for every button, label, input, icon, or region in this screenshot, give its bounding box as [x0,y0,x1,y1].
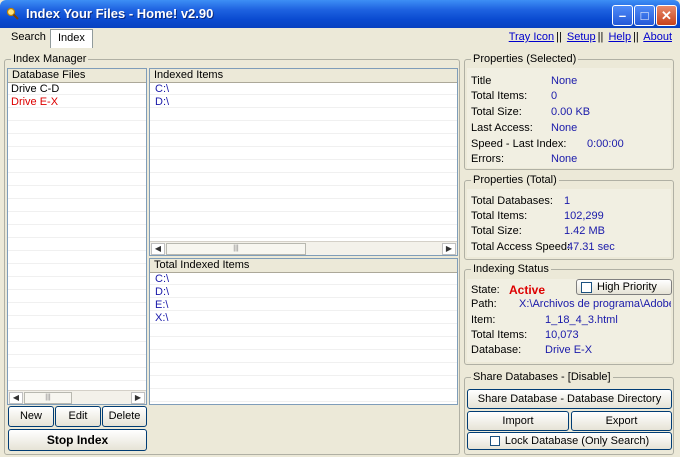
tray-icon-link[interactable]: Tray Icon [509,31,554,43]
scroll-left-icon[interactable]: ◀ [151,243,165,255]
prop-value: 102,299 [564,210,604,222]
tab-index[interactable]: Index [50,29,93,48]
prop-value: 0.00 KB [551,106,591,118]
export-button[interactable]: Export [571,411,672,431]
total-indexed-item[interactable]: X:\ [150,312,457,325]
path-value: X:\Archivos de programa\Adobe\I [519,298,671,310]
database-value: Drive E-X [545,344,593,356]
database-item-drive-e-x[interactable]: Drive E-X [8,96,146,109]
prop-label: Total Databases: [471,195,553,207]
setup-link[interactable]: Setup [567,31,596,43]
prop-label: Total Items: [471,210,528,222]
scroll-thumb[interactable]: ||| [24,392,72,404]
stop-index-button[interactable]: Stop Index [8,429,147,451]
new-button[interactable]: New [8,406,54,427]
prop-value: 1.42 MB [564,225,605,237]
title-bar: Index Your Files - Home! v2.90 – □ ✕ [0,0,680,28]
high-priority-checkbox[interactable] [581,281,592,293]
prop-label: Errors: [471,153,504,165]
app-magnifier-icon [6,7,19,20]
index-manager-label: Index Manager [11,53,89,65]
prop-label: Total Items: [471,90,528,102]
indexed-item[interactable]: D:\ [150,96,457,109]
edit-button[interactable]: Edit [55,406,101,427]
prop-value: None [551,122,578,134]
lock-database-toggle[interactable]: Lock Database (Only Search) [467,432,672,450]
database-item-drive-c-d[interactable]: Drive C-D [8,83,146,96]
state-label: State: [471,284,500,296]
top-links: Tray Icon || Setup || Help || About [509,31,672,43]
scroll-thumb[interactable]: ||| [166,243,306,255]
prop-value: None [551,153,578,165]
total-indexed-items-header: Total Indexed Items [150,259,457,273]
total-items-label: Total Items: [471,329,528,341]
close-button[interactable]: ✕ [656,5,677,26]
item-label: Item: [471,314,496,326]
prop-value: 1 [564,195,571,207]
indexed-items-hscroll[interactable]: ◀ ||| ▶ [150,241,457,255]
database-files-list[interactable]: Database Files Drive C-D Drive E-X ◀ |||… [7,68,147,405]
indexed-item[interactable]: C:\ [150,83,457,96]
about-link[interactable]: About [643,31,672,43]
state-value: Active [509,283,546,297]
link-separator: || [556,31,562,43]
high-priority-label: High Priority [597,281,657,293]
database-label: Database: [471,344,522,356]
scroll-right-icon[interactable]: ▶ [442,243,456,255]
share-databases-label: Share Databases - [Disable] [471,371,613,383]
indexing-status-label: Indexing Status [471,263,551,275]
tab-search[interactable]: Search [4,29,53,48]
scroll-right-icon[interactable]: ▶ [131,392,145,404]
share-database-directory-button[interactable]: Share Database - Database Directory [467,389,672,409]
indexed-items-list[interactable]: Indexed Items C:\ D:\ ◀ ||| ▶ [149,68,458,256]
item-value: 1_18_4_3.html [545,314,618,326]
total-items-value: 10,073 [545,329,579,341]
delete-button[interactable]: Delete [102,406,147,427]
total-indexed-item[interactable]: E:\ [150,299,457,312]
link-separator: || [633,31,639,43]
prop-label: Total Access Speed: [471,241,571,253]
maximize-button[interactable]: □ [634,5,655,26]
prop-value: 47.31 sec [567,241,615,253]
database-files-hscroll[interactable]: ◀ ||| ▶ [8,390,146,404]
window-title: Index Your Files - Home! v2.90 [26,6,214,21]
prop-label: Title [471,75,492,87]
total-indexed-items-list[interactable]: Total Indexed Items C:\ D:\ E:\ X:\ [149,258,458,405]
link-separator: || [597,31,604,43]
database-files-header: Database Files [8,69,146,83]
close-icon: ✕ [661,8,672,23]
prop-label: Total Size: [471,106,522,118]
help-link[interactable]: Help [608,31,631,43]
scroll-left-icon[interactable]: ◀ [9,392,23,404]
minimize-icon: – [618,8,627,23]
indexed-items-header: Indexed Items [150,69,457,83]
total-indexed-item[interactable]: D:\ [150,286,457,299]
properties-total-label: Properties (Total) [471,174,559,186]
properties-selected-label: Properties (Selected) [471,53,579,65]
prop-value: 0:00:00 [587,138,624,150]
path-label: Path: [471,298,497,310]
prop-value: None [551,75,578,87]
total-indexed-item[interactable]: C:\ [150,273,457,286]
import-button[interactable]: Import [467,411,569,431]
high-priority-toggle[interactable]: High Priority [576,279,672,295]
prop-label: Speed - Last Index: [471,138,567,150]
maximize-icon: □ [640,8,649,23]
prop-label: Total Size: [471,225,522,237]
prop-label: Last Access: [471,122,533,134]
minimize-button[interactable]: – [612,5,633,26]
lock-database-label: Lock Database (Only Search) [504,435,650,447]
prop-value: 0 [551,90,558,102]
lock-database-checkbox[interactable] [489,436,500,447]
